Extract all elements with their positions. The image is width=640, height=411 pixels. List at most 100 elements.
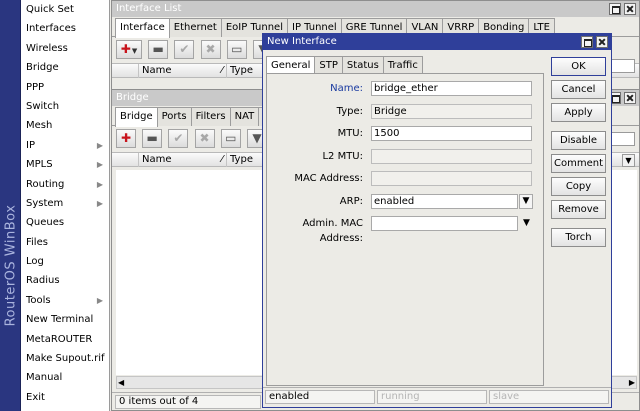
menu-item-label: Tools — [26, 294, 51, 306]
menu-item-routing[interactable]: Routing ▶ — [21, 175, 109, 194]
menu-item-label: MPLS — [26, 159, 53, 171]
bridge-tab-ports[interactable]: Ports — [156, 107, 192, 126]
remove-button[interactable]: Remove — [551, 200, 606, 219]
check-icon: ✔ — [173, 131, 184, 145]
menu-item-label: Files — [26, 236, 48, 248]
minus-icon: ▬ — [146, 131, 158, 145]
menu-item-label: Queues — [26, 217, 65, 229]
cross-icon: ✖ — [199, 131, 210, 145]
interface-list-title: Interface List — [116, 3, 182, 14]
brand-text: RouterOS WinBox — [3, 204, 19, 326]
arp-dropdown-button[interactable]: ▼ — [519, 194, 533, 209]
menu-item-log[interactable]: Log — [21, 252, 109, 271]
menu-item-radius[interactable]: Radius — [21, 271, 109, 290]
menu-item-label: Log — [26, 256, 44, 268]
menu-item-quick-set[interactable]: Quick Set — [21, 0, 109, 19]
comment-button[interactable]: ▭ — [226, 40, 247, 59]
main-menu: Quick Set Interfaces Wireless Bridge PPP Swit… — [21, 0, 110, 411]
admin-mac-input[interactable] — [371, 216, 518, 231]
column-type[interactable]: Type — [226, 153, 266, 167]
menu-item-label: Mesh — [26, 120, 53, 132]
enable-button[interactable]: ✔ — [174, 40, 195, 59]
menu-item-label: Make Supout.rif — [26, 353, 105, 365]
comment-button[interactable]: Comment — [551, 154, 606, 173]
menu-item-queues[interactable]: Queues — [21, 213, 109, 232]
dialog-status-slave: slave — [489, 390, 609, 404]
menu-item-new-terminal[interactable]: New Terminal — [21, 310, 109, 329]
bridge-comment-button[interactable]: ▭ — [220, 129, 241, 148]
menu-item-files[interactable]: Files — [21, 233, 109, 252]
bridge-tab-nat[interactable]: NAT — [229, 107, 260, 126]
mac-address-label: MAC Address: — [294, 173, 363, 184]
dialog-status-enabled: enabled — [265, 390, 375, 404]
admin-mac-dropdown-icon[interactable]: ▼ — [523, 216, 530, 231]
menu-item-make-supout-rif[interactable]: Make Supout.rif — [21, 349, 109, 368]
scroll-right-icon[interactable]: ▶ — [629, 377, 635, 388]
menu-item-manual[interactable]: Manual — [21, 368, 109, 387]
menu-item-label: Radius — [26, 275, 60, 287]
dialog-statusbar: enabled running slave — [263, 387, 611, 407]
bridge-add-button[interactable]: ✚ — [116, 129, 136, 148]
interface-list-maximize-button[interactable] — [609, 3, 621, 15]
scroll-left-icon[interactable]: ◀ — [118, 377, 124, 388]
arp-select[interactable]: enabled — [371, 194, 518, 209]
menu-item-label: PPP — [26, 81, 45, 93]
column-name[interactable]: Name ⁄ — [138, 64, 226, 78]
menu-item-label: Quick Set — [26, 4, 74, 15]
menu-item-wireless[interactable]: Wireless — [21, 39, 109, 58]
menu-item-interfaces[interactable]: Interfaces — [21, 19, 109, 38]
menu-item-switch[interactable]: Switch — [21, 97, 109, 116]
type-value: Bridge — [371, 104, 532, 119]
interface-list-titlebar[interactable]: Interface List — [112, 1, 639, 17]
bridge-tab-bridge[interactable]: Bridge — [115, 107, 158, 127]
mac-address-value — [371, 171, 532, 186]
menu-item-ip[interactable]: IP ▶ — [21, 136, 109, 155]
bridge-close-button[interactable] — [624, 92, 636, 104]
menu-item-tools[interactable]: Tools ▶ — [21, 291, 109, 310]
torch-button[interactable]: Torch — [551, 228, 606, 247]
bridge-disable-button[interactable]: ✖ — [194, 129, 215, 148]
bridge-enable-button[interactable]: ✔ — [168, 129, 189, 148]
filter-icon: ▼ — [252, 131, 262, 145]
column-blank[interactable] — [112, 64, 138, 78]
menu-item-metarouter[interactable]: MetaROUTER — [21, 330, 109, 349]
note-icon: ▭ — [231, 42, 243, 56]
copy-button[interactable]: Copy — [551, 177, 606, 196]
menu-item-ppp[interactable]: PPP — [21, 78, 109, 97]
menu-item-label: Switch — [26, 100, 60, 112]
add-button[interactable]: ✚▼ — [116, 40, 142, 59]
ok-button[interactable]: OK — [551, 57, 606, 76]
remove-button[interactable]: ▬ — [148, 40, 169, 59]
disable-button[interactable]: Disable — [551, 131, 606, 150]
apply-button[interactable]: Apply — [551, 103, 606, 122]
dialog-maximize-button[interactable] — [581, 36, 593, 48]
cancel-button[interactable]: Cancel — [551, 80, 606, 99]
menu-item-mpls[interactable]: MPLS ▶ — [21, 155, 109, 174]
admin-mac-label: Admin. MAC Address: — [302, 218, 363, 244]
menu-item-system[interactable]: System ▶ — [21, 194, 109, 213]
note-icon: ▭ — [225, 131, 237, 145]
dialog-close-button[interactable] — [596, 36, 608, 48]
chevron-down-icon: ▼ — [131, 47, 138, 55]
menu-item-exit[interactable]: Exit — [21, 388, 109, 407]
column-blank[interactable] — [112, 153, 138, 167]
column-type[interactable]: Type — [226, 64, 266, 78]
bridge-filter-dropdown[interactable]: ▼ — [622, 154, 635, 167]
bridge-tab-filters[interactable]: Filters — [190, 107, 231, 126]
mtu-input[interactable]: 1500 — [371, 126, 532, 141]
column-name[interactable]: Name ⁄ — [138, 153, 226, 167]
dialog-tabbar: General STP Status Traffic — [266, 55, 423, 76]
dialog-title: New Interface — [267, 36, 337, 47]
new-interface-titlebar[interactable]: New Interface — [263, 34, 611, 50]
minus-icon: ▬ — [152, 42, 164, 56]
l2mtu-value — [371, 149, 532, 164]
name-input[interactable]: bridge_ether — [371, 81, 532, 96]
menu-item-bridge[interactable]: Bridge — [21, 58, 109, 77]
bridge-remove-button[interactable]: ▬ — [142, 129, 163, 148]
disable-button[interactable]: ✖ — [200, 40, 221, 59]
interface-list-tab-ethernet[interactable]: Ethernet — [168, 18, 222, 37]
bridge-item-count: 0 items out of 4 — [115, 395, 261, 409]
menu-item-mesh[interactable]: Mesh — [21, 116, 109, 135]
interface-list-close-button[interactable] — [624, 3, 636, 15]
interface-list-tab-interface[interactable]: Interface — [115, 18, 170, 38]
